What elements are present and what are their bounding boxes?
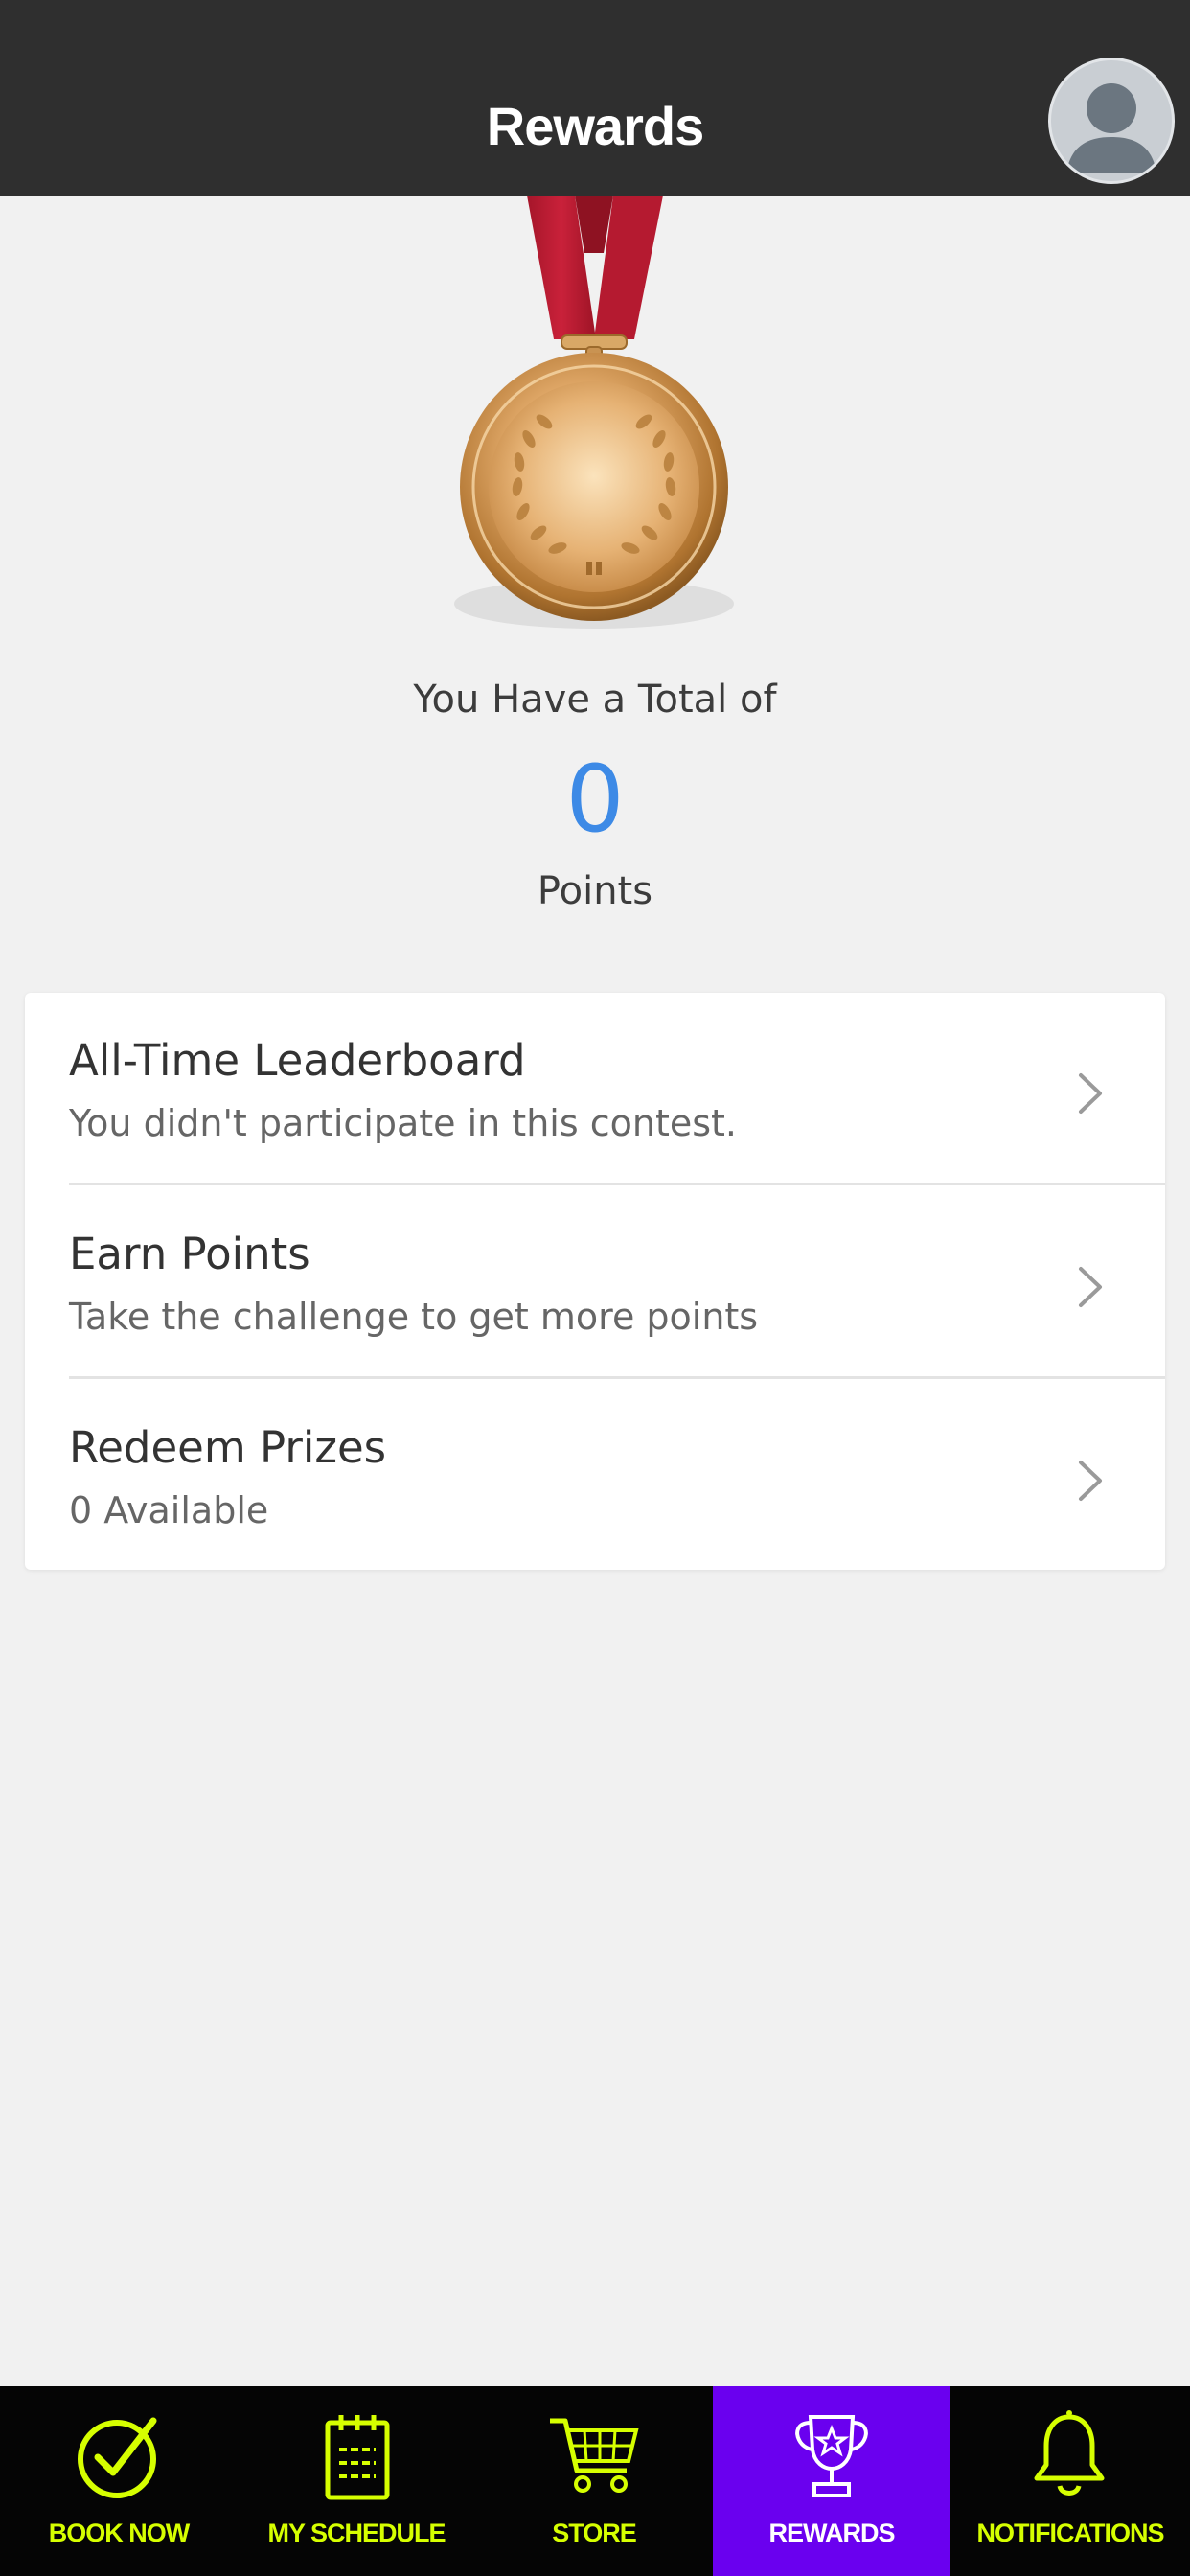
chevron-right-icon <box>1079 1460 1102 1501</box>
calendar-icon <box>325 2415 390 2500</box>
app-header: Rewards <box>0 0 1190 196</box>
tab-rewards[interactable]: REWARDS <box>713 2386 950 2576</box>
divider <box>69 1376 1165 1379</box>
row-title: Redeem Prizes <box>69 1422 387 1473</box>
tab-label: NOTIFICATIONS <box>976 2518 1165 2547</box>
tab-book-now[interactable]: BOOK NOW <box>0 2386 238 2576</box>
points-value: 0 <box>565 746 625 853</box>
redeem-prizes-row[interactable]: Redeem Prizes 0 Available <box>25 1380 1165 1572</box>
tab-label: REWARDS <box>768 2518 895 2547</box>
row-subtitle: Take the challenge to get more points <box>69 1296 759 1338</box>
cart-icon <box>550 2418 639 2493</box>
row-title: Earn Points <box>69 1229 310 1279</box>
total-label: You Have a Total of <box>413 678 777 722</box>
rewards-menu-card: All-Time Leaderboard You didn't particip… <box>25 993 1165 1570</box>
tab-my-schedule[interactable]: MY SCHEDULE <box>238 2386 475 2576</box>
tab-label: MY SCHEDULE <box>267 2518 446 2547</box>
medal-image <box>450 196 738 636</box>
tab-label: STORE <box>552 2518 637 2547</box>
check-circle-icon <box>78 2417 157 2498</box>
avatar[interactable] <box>1048 58 1175 184</box>
leaderboard-row[interactable]: All-Time Leaderboard You didn't particip… <box>25 993 1165 1184</box>
bottom-tab-bar: BOOK NOW MY SCHEDULE STORE REWARDS NOTIF… <box>0 2386 1190 2576</box>
row-subtitle: You didn't participate in this contest. <box>69 1102 738 1144</box>
chevron-right-icon <box>1079 1073 1102 1114</box>
tab-notifications[interactable]: NOTIFICATIONS <box>950 2386 1190 2576</box>
trophy-icon <box>795 2415 868 2497</box>
page-title: Rewards <box>486 96 704 156</box>
earn-points-row[interactable]: Earn Points Take the challenge to get mo… <box>25 1186 1165 1378</box>
tab-store[interactable]: STORE <box>475 2386 713 2576</box>
divider <box>69 1183 1165 1185</box>
points-label: Points <box>537 869 653 913</box>
chevron-right-icon <box>1079 1267 1102 1307</box>
row-subtitle: 0 Available <box>69 1489 269 1531</box>
tab-label: BOOK NOW <box>48 2518 191 2547</box>
bell-icon <box>1034 2410 1105 2496</box>
row-title: All-Time Leaderboard <box>69 1035 526 1086</box>
